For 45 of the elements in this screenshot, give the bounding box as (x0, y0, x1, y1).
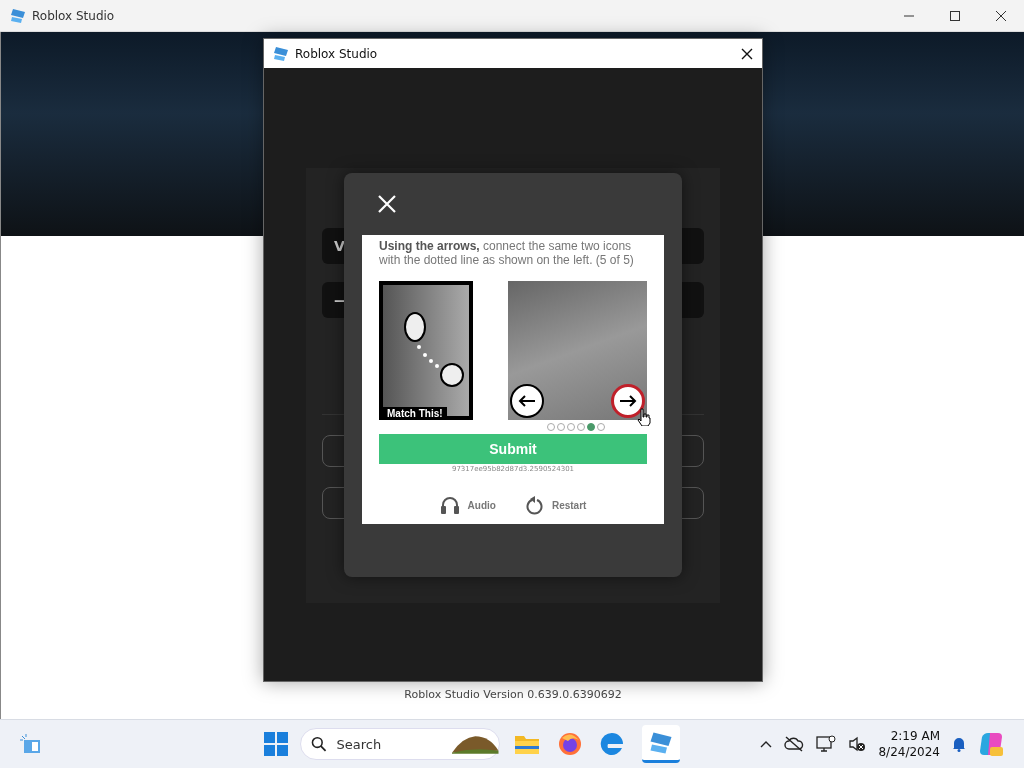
window-title: Roblox Studio (295, 46, 378, 61)
previous-button[interactable] (510, 384, 544, 418)
hand-cursor-icon (637, 408, 651, 426)
close-icon (741, 47, 753, 60)
start-icon[interactable] (264, 732, 288, 756)
bell-icon[interactable] (952, 736, 966, 752)
folder-icon[interactable] (514, 733, 540, 755)
submit-button[interactable]: Submit (379, 434, 647, 464)
hill-icon (450, 733, 499, 755)
close-button[interactable] (376, 193, 398, 215)
page-dot[interactable] (557, 423, 565, 431)
page-dot[interactable] (587, 423, 595, 431)
window-title: Roblox Studio (32, 8, 115, 23)
studio-taskbar-button[interactable] (642, 725, 680, 763)
instruction-text: Using the arrows, connect the same two icons with the dotted line as shown on the left. (5 of 5) (379, 239, 635, 267)
chevron-up-icon[interactable] (760, 740, 773, 748)
search-icon (311, 736, 327, 752)
restart-icon (525, 495, 544, 515)
version-text: Roblox Studio Version 0.639.0.6390692 (403, 688, 623, 701)
browser-icon[interactable] (600, 732, 624, 756)
page-dot[interactable] (577, 423, 585, 431)
headphones-icon (439, 496, 460, 514)
search-input[interactable]: Search (334, 735, 449, 753)
browser-icon[interactable] (558, 732, 582, 756)
maximize-icon (949, 9, 961, 22)
page-dot[interactable] (567, 423, 575, 431)
page-dot[interactable] (547, 423, 555, 431)
image-caption: Match This! (383, 407, 447, 420)
widgets-icon[interactable] (20, 734, 42, 754)
search-box[interactable]: Search (300, 728, 500, 760)
next-button[interactable] (611, 384, 645, 418)
clock-date[interactable]: 8/24/2024 (878, 744, 940, 760)
audio-button[interactable]: Audio (439, 495, 496, 515)
app-logo-icon (273, 45, 289, 62)
app-logo-icon (649, 730, 673, 755)
close-icon (378, 195, 396, 213)
restart-button[interactable]: Restart (525, 495, 587, 515)
speaker-muted-icon[interactable] (848, 736, 867, 752)
clock-time[interactable]: 2:19 AM (890, 728, 940, 744)
network-icon[interactable] (816, 735, 837, 753)
page-dot[interactable] (597, 423, 605, 431)
close-icon (995, 9, 1007, 22)
cloud-off-icon[interactable] (784, 736, 805, 752)
app-logo-icon (10, 7, 26, 24)
copilot-icon[interactable] (978, 731, 1004, 757)
